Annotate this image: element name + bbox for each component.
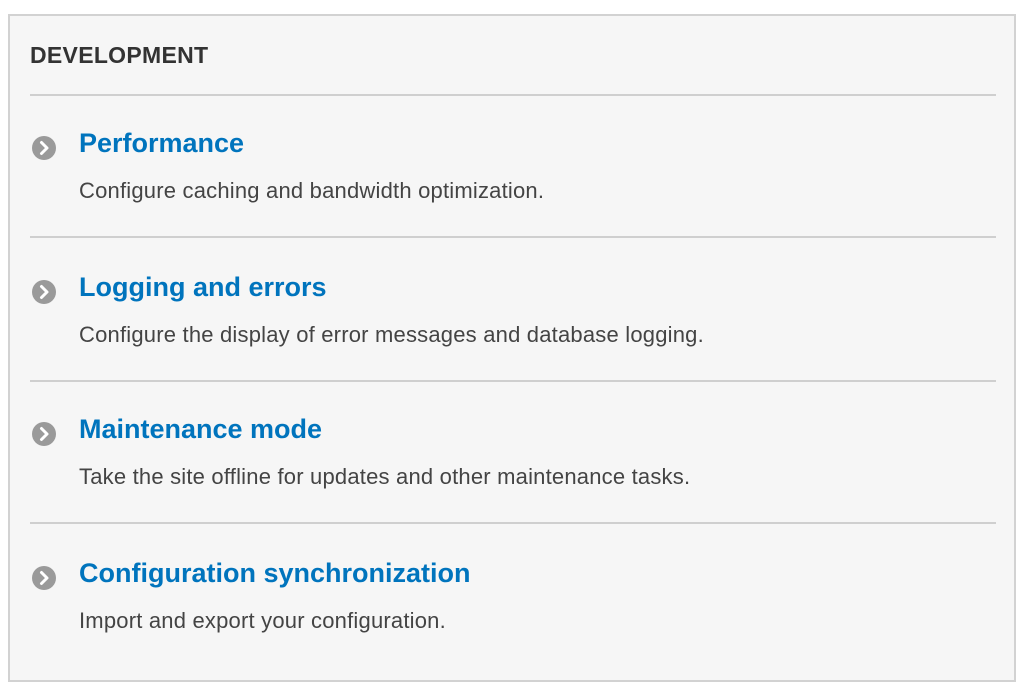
admin-item-config-sync: Configuration synchronization Import and… [30, 526, 996, 668]
admin-item-performance: Performance Configure caching and bandwi… [30, 96, 996, 238]
configuration-synchronization-description: Import and export your configuration. [79, 608, 446, 633]
chevron-right-circle-icon [32, 566, 56, 590]
performance-description: Configure caching and bandwidth optimiza… [79, 178, 545, 203]
maintenance-mode-description: Take the site offline for updates and ot… [79, 464, 691, 489]
chevron-right-circle-icon [32, 280, 56, 304]
configuration-synchronization-link[interactable]: Configuration synchronization [79, 558, 471, 589]
logging-and-errors-description: Configure the display of error messages … [79, 322, 704, 347]
maintenance-mode-link[interactable]: Maintenance mode [79, 414, 322, 445]
performance-link[interactable]: Performance [79, 128, 244, 159]
chevron-right-circle-icon [32, 422, 56, 446]
admin-item-logging: Logging and errors Configure the display… [30, 240, 996, 382]
chevron-right-circle-icon [32, 136, 56, 160]
item-divider [30, 236, 996, 238]
item-divider [30, 522, 996, 524]
admin-item-maintenance: Maintenance mode Take the site offline f… [30, 382, 996, 524]
development-panel: DEVELOPMENT Performance Configure cachin… [8, 14, 1016, 682]
logging-and-errors-link[interactable]: Logging and errors [79, 272, 327, 303]
panel-title: DEVELOPMENT [30, 42, 209, 68]
